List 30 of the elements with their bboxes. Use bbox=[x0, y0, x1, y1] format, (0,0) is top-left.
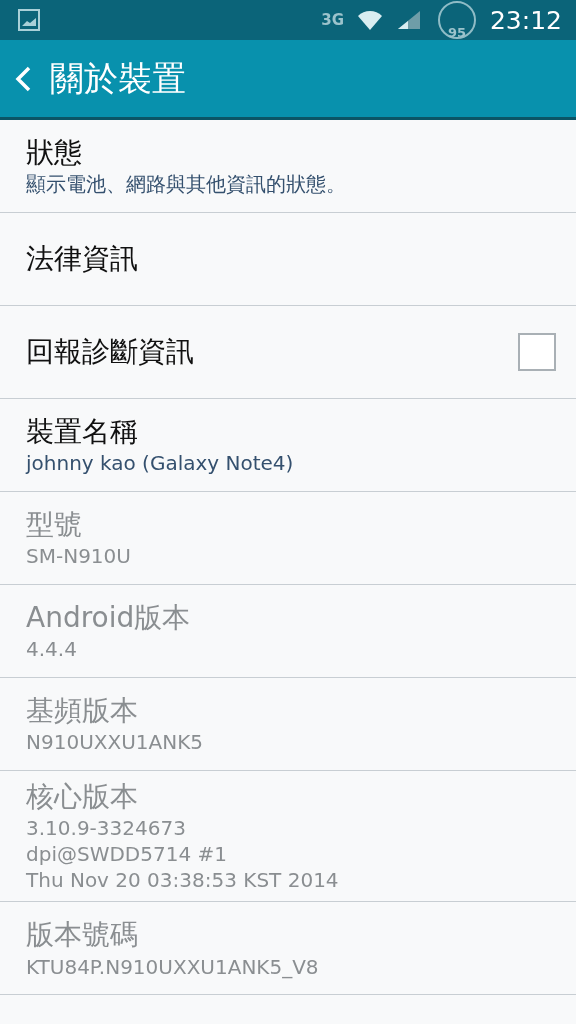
item-summary: N910UXXU1ANK5 bbox=[26, 729, 205, 756]
item-title: 型號 bbox=[26, 506, 83, 543]
item-title: 裝置名稱 bbox=[26, 413, 139, 450]
item-summary: 顯示電池、網路與其他資訊的狀態。 bbox=[26, 171, 347, 198]
item-summary: dpi@SWDD5714 #1 bbox=[26, 841, 228, 868]
item-title: 核心版本 bbox=[26, 779, 139, 815]
settings-item[interactable]: 裝置名稱 johnny kao (Galaxy Note4) bbox=[0, 399, 576, 492]
item-title: 版本號碼 bbox=[26, 917, 139, 954]
item-title: 法律資訊 bbox=[26, 240, 139, 277]
clock: 23:12 bbox=[489, 5, 562, 35]
checkbox[interactable] bbox=[518, 333, 556, 371]
item-summary: KTU84P.N910UXXU1ANK5_V8 bbox=[26, 953, 320, 980]
item-title: 基頻版本 bbox=[26, 692, 139, 729]
item-summary: Thu Nov 20 03:38:53 KST 2014 bbox=[26, 867, 340, 894]
settings-item[interactable]: 狀態 顯示電池、網路與其他資訊的狀態。 bbox=[0, 120, 576, 213]
item-summary: 4.4.4 bbox=[26, 636, 78, 663]
item-title: 回報診斷資訊 bbox=[26, 333, 195, 370]
settings-item[interactable]: 回報診斷資訊 bbox=[0, 306, 576, 399]
network-type: 3G bbox=[321, 11, 344, 29]
picture-icon bbox=[18, 9, 40, 31]
item-summary: johnny kao (Galaxy Note4) bbox=[26, 450, 295, 477]
back-button[interactable] bbox=[14, 64, 32, 93]
page-title: 關於裝置 bbox=[50, 56, 186, 100]
wifi-icon bbox=[355, 8, 384, 32]
item-summary: 3.10.9-3324673 bbox=[26, 815, 187, 842]
gauge-value: 95 bbox=[447, 25, 466, 40]
item-summary: SM-N910U bbox=[26, 543, 132, 570]
item-title: 狀態 bbox=[26, 134, 83, 171]
settings-item[interactable]: 法律資訊 bbox=[0, 213, 576, 306]
item-title: Android版本 bbox=[26, 599, 192, 636]
